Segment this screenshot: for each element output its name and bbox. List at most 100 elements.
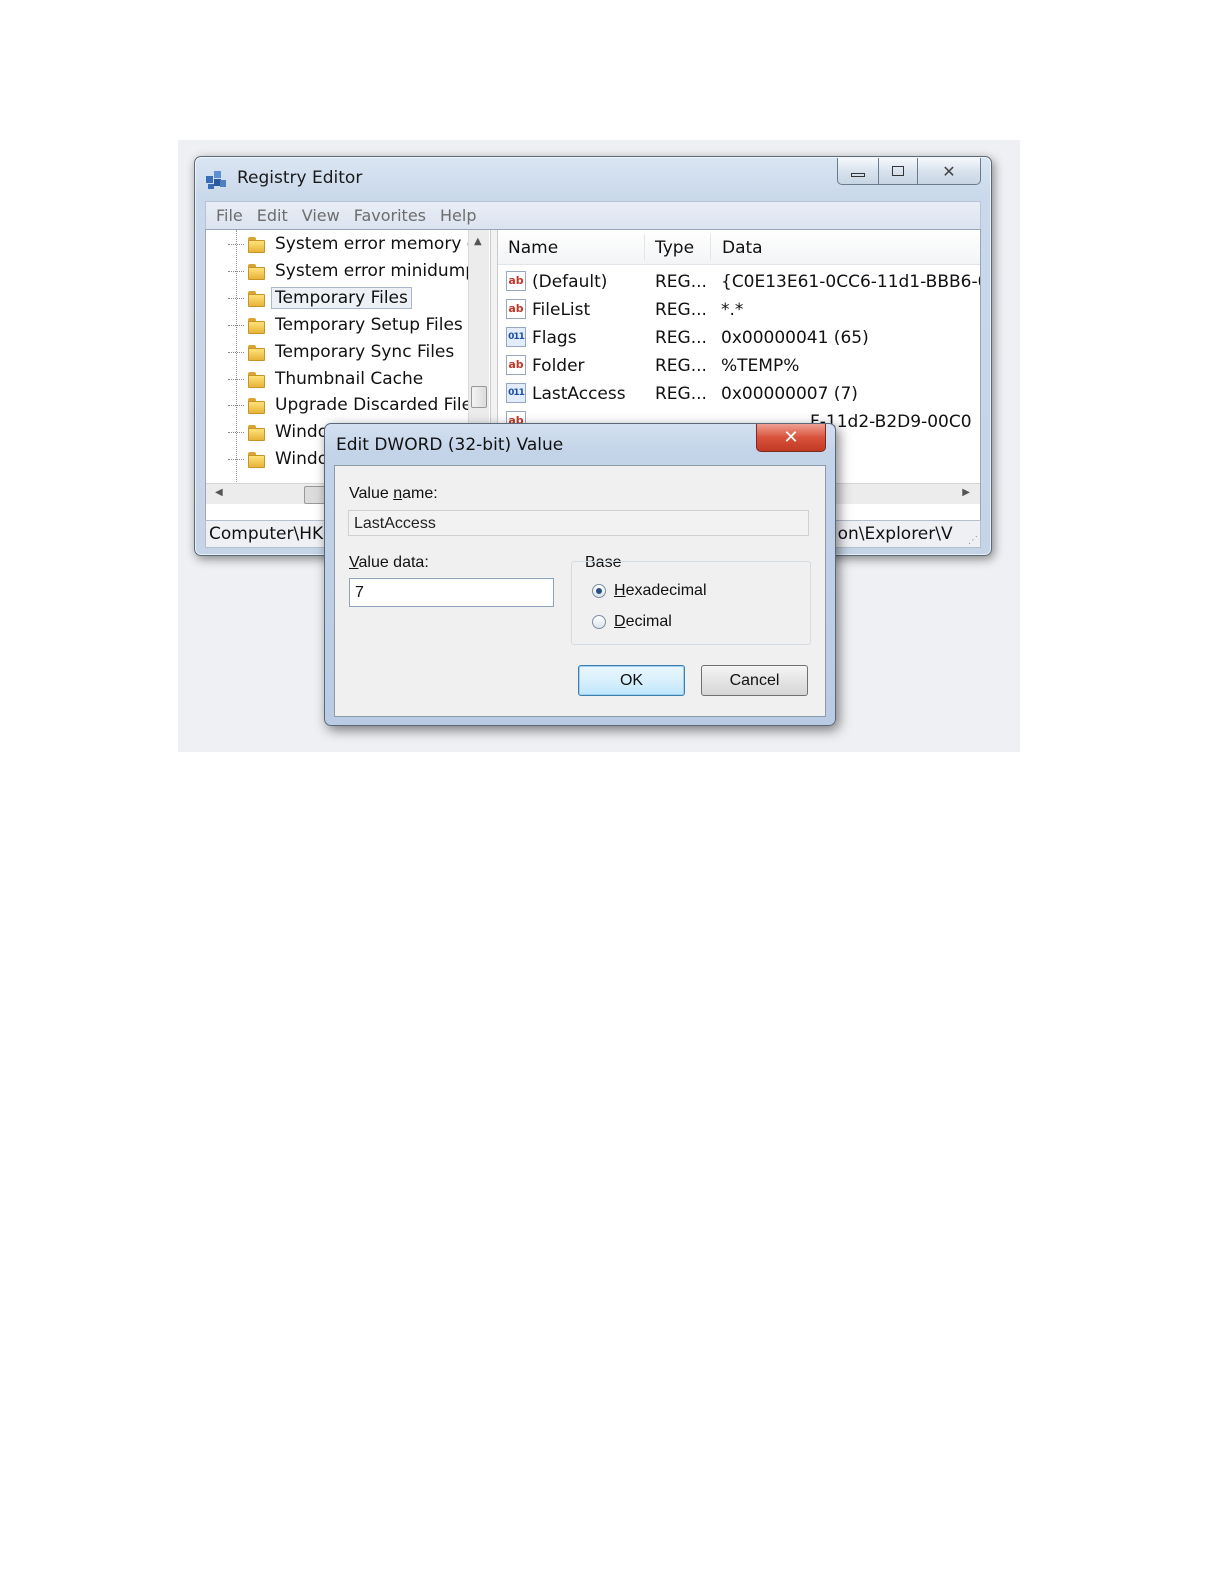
list-row[interactable]: ab (Default) REG... {C0E13E61-0CC6-11d1-… [498,268,980,296]
tree-connector [228,404,244,406]
value-type: REG... [655,300,707,320]
close-icon: ✕ [942,161,956,181]
value-name: Folder [532,356,585,376]
radio-unselected-icon[interactable] [592,615,606,629]
value-data: {C0E13E61-0CC6-11d1-BBB6-006 [721,272,980,292]
value-data-input[interactable]: 7 [349,578,554,607]
folder-icon [248,262,265,280]
column-header-type[interactable]: Type [655,238,694,258]
value-name: LastAccess [532,384,626,404]
value-name-field: LastAccess [348,510,809,536]
value-type: REG... [655,356,707,376]
minimize-icon [851,173,865,177]
menu-file[interactable]: File [216,206,243,225]
status-path-start: Computer\HK [209,524,324,544]
decimal-option[interactable]: Decimal [592,613,672,631]
value-data-label: Value data: [349,554,429,571]
minimize-button[interactable] [837,158,879,185]
tree-item-label: Temporary Sync Files [275,342,455,362]
tree-item[interactable]: Upgrade Discarded Files [228,392,481,418]
tree-item-label: Temporary Files [271,287,412,309]
tree-item-label: Temporary Setup Files [275,315,463,335]
tree-connector [228,351,244,353]
dialog-body: Value name: LastAccess Value data: 7 Bas… [334,465,826,717]
tree-item-label: System error memory du [275,234,489,254]
tree-item[interactable]: System error minidump [228,258,476,284]
caption-buttons: ✕ [837,158,981,186]
column-header-data[interactable]: Data [722,238,763,258]
value-name: (Default) [532,272,608,292]
tree-connector [228,431,244,433]
tree-item[interactable]: Temporary Sync Files [228,339,454,365]
registry-editor-icon [206,171,226,189]
tree-item[interactable]: System error memory du [228,231,488,257]
folder-icon [248,396,265,414]
menu-help[interactable]: Help [440,206,476,225]
tree-item-label: Thumbnail Cache [275,369,424,389]
value-name-label: Value name: [349,485,438,502]
status-path-end: rsion\Explorer\V [817,524,953,544]
decimal-label: Decimal [614,613,672,630]
dialog-title: Edit DWORD (32-bit) Value [336,435,564,455]
value-data: 0x00000041 (65) [721,328,869,348]
list-row[interactable]: ab Folder REG... %TEMP% [498,352,980,380]
folder-icon [248,316,265,334]
value-name: FileList [532,300,591,320]
tree-item[interactable]: Windo [228,446,328,472]
tree-connector [228,270,244,272]
tree-connector [228,243,244,245]
column-header-name[interactable]: Name [508,238,558,258]
folder-icon [248,235,265,253]
value-type: REG... [655,384,707,404]
scroll-up-arrow-icon[interactable]: ▲ [474,236,482,247]
radio-selected-icon[interactable] [592,584,606,598]
hexadecimal-option[interactable]: Hexadecimal [592,582,707,600]
menu-edit[interactable]: Edit [257,206,288,225]
tree-item[interactable]: Thumbnail Cache [228,366,423,392]
ok-button[interactable]: OK [578,665,685,696]
restore-icon [892,166,904,176]
cancel-button[interactable]: Cancel [701,665,808,696]
tree-item[interactable]: Windo [228,419,328,445]
tree-connector [228,378,244,380]
list-row[interactable]: 011 LastAccess REG... 0x00000007 (7) [498,380,980,408]
binary-value-icon: 011 [506,383,526,403]
folder-icon [248,370,265,388]
string-value-icon: ab [506,355,526,375]
value-type: REG... [655,272,707,292]
list-row[interactable]: ab FileList REG... *.* [498,296,980,324]
list-row[interactable]: 011 Flags REG... 0x00000041 (65) [498,324,980,352]
tree-connector [228,297,244,299]
tree-item-label: Upgrade Discarded Files [275,395,481,415]
value-data: 0x00000007 (7) [721,384,858,404]
hexadecimal-label: Hexadecimal [614,582,707,599]
string-value-icon: ab [506,299,526,319]
resize-grip-icon[interactable]: ⋰ [968,535,978,546]
list-header: Name Type Data [498,230,980,265]
folder-icon [248,289,265,307]
value-data: *.* [721,300,744,320]
column-divider[interactable] [710,234,711,260]
string-value-icon: ab [506,271,526,291]
window-title: Registry Editor [237,168,363,188]
base-group: Hexadecimal Decimal [571,561,811,645]
tree-connector [228,458,244,460]
folder-icon [248,343,265,361]
menu-bar: File Edit View Favorites Help [205,201,981,229]
edit-dword-dialog: Edit DWORD (32-bit) Value ✕ Value name: … [324,423,836,726]
scroll-left-arrow-icon[interactable]: ◀ [215,487,223,498]
menu-favorites[interactable]: Favorites [354,206,426,225]
value-data: %TEMP% [721,356,800,376]
tree-item[interactable]: Temporary Setup Files [228,312,463,338]
folder-icon [248,423,265,441]
close-button[interactable]: ✕ [918,158,981,185]
maximize-button[interactable] [879,158,918,185]
tree-item-selected[interactable]: Temporary Files [228,285,412,311]
tree-item-label: Windo [275,422,329,442]
scroll-thumb[interactable] [471,386,487,408]
folder-icon [248,450,265,468]
scroll-right-arrow-icon[interactable]: ▶ [962,487,970,498]
menu-view[interactable]: View [302,206,340,225]
column-divider[interactable] [644,234,645,260]
dialog-close-button[interactable]: ✕ [756,424,826,452]
